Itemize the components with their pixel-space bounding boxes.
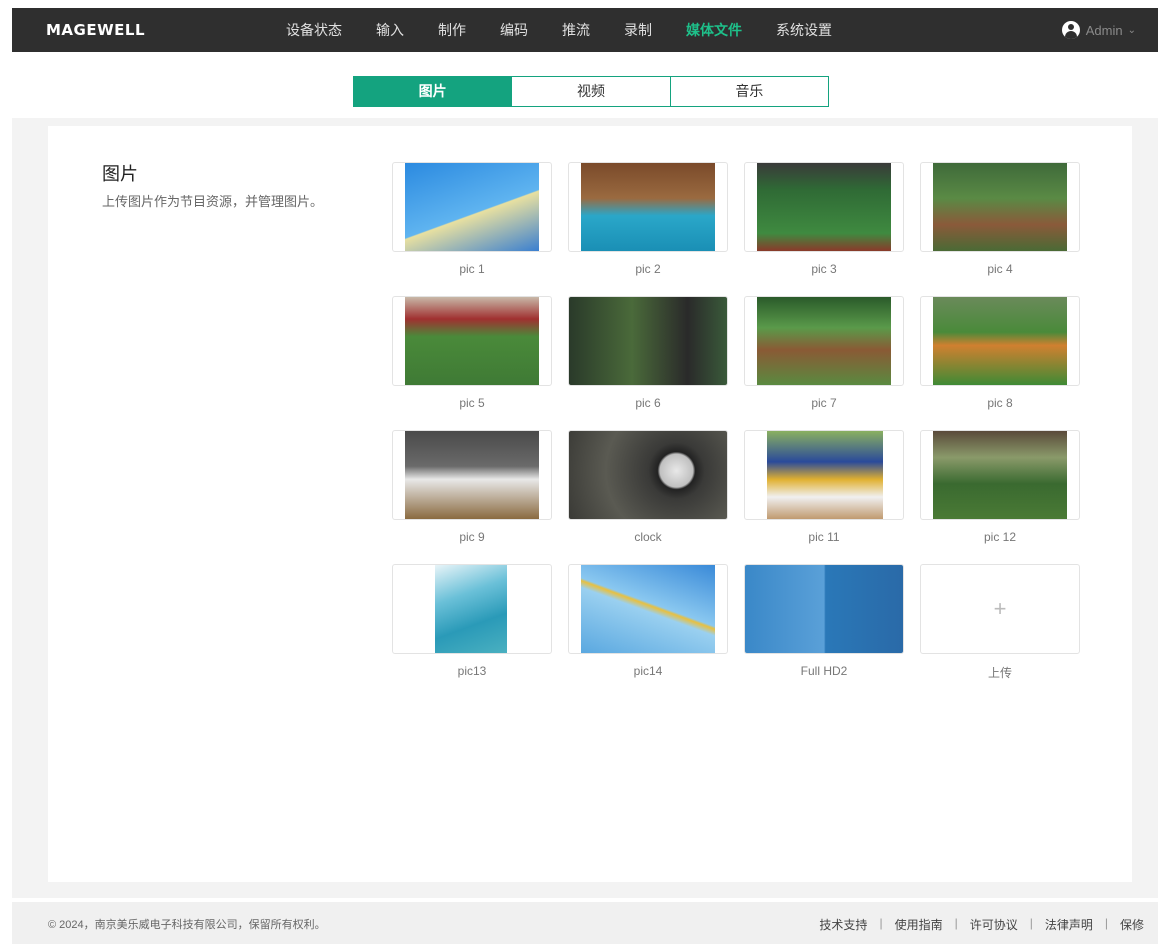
picture-thumbnail: [744, 564, 904, 654]
picture-name: clock: [634, 530, 662, 544]
tab-pictures[interactable]: 图片: [354, 77, 513, 106]
picture-card[interactable]: pic 5: [392, 296, 552, 410]
picture-card[interactable]: pic 7: [744, 296, 904, 410]
copyright-text: © 2024，南京美乐威电子科技有限公司，保留所有权利。: [48, 919, 326, 931]
picture-thumbnail: [392, 296, 552, 386]
picture-name: pic 12: [983, 530, 1017, 544]
footer-separator: |: [879, 916, 883, 930]
footer-separator: |: [1029, 916, 1033, 930]
picture-name: pic 6: [635, 396, 661, 410]
picture-card[interactable]: clock: [568, 430, 728, 544]
nav-item-device-status[interactable]: 设备状态: [286, 8, 342, 52]
tab-music[interactable]: 音乐: [671, 77, 828, 106]
footer-separator: |: [954, 916, 958, 930]
picture-name: pic 7: [811, 396, 837, 410]
upload-card[interactable]: + 上传: [920, 564, 1080, 680]
footer-link-legal[interactable]: 法律声明: [1045, 916, 1093, 933]
user-menu[interactable]: Admin ⌄: [1061, 8, 1136, 52]
picture-name: pic14: [633, 664, 663, 678]
picture-thumbnail: [392, 430, 552, 520]
section-title: 图片: [102, 164, 138, 184]
main-nav: 设备状态 输入 制作 编码 推流 录制 媒体文件 系统设置: [286, 8, 866, 52]
nav-item-encoding[interactable]: 编码: [500, 8, 528, 52]
picture-card[interactable]: pic 11: [744, 430, 904, 544]
upload-box: +: [920, 564, 1080, 654]
user-avatar-icon: [1061, 21, 1080, 39]
picture-card[interactable]: pic 9: [392, 430, 552, 544]
picture-card[interactable]: pic 3: [744, 162, 904, 276]
footer-link-warranty[interactable]: 保修: [1120, 916, 1144, 933]
picture-card[interactable]: pic 6: [568, 296, 728, 410]
footer-link-user-guide[interactable]: 使用指南: [895, 916, 943, 933]
picture-name: pic 2: [635, 262, 661, 276]
picture-thumbnail: [392, 162, 552, 252]
picture-name: pic 1: [459, 262, 485, 276]
nav-item-streaming[interactable]: 推流: [562, 8, 590, 52]
top-nav-bar: MAGEWELL 设备状态 输入 制作 编码 推流 录制 媒体文件 系统设置 A…: [12, 8, 1158, 52]
nav-item-production[interactable]: 制作: [438, 8, 466, 52]
picture-name: pic 3: [811, 262, 837, 276]
picture-card[interactable]: pic 12: [920, 430, 1080, 544]
picture-name: pic 11: [808, 530, 840, 544]
picture-name: pic 5: [459, 396, 485, 410]
picture-card[interactable]: Full HD2: [744, 564, 904, 678]
content-area: 图片 上传图片作为节目资源，并管理图片。 pic 1 pic 2 pic 3 p…: [12, 118, 1158, 898]
picture-thumbnail: [744, 296, 904, 386]
picture-card[interactable]: pic 8: [920, 296, 1080, 410]
picture-name: Full HD2: [800, 664, 848, 678]
picture-card[interactable]: pic14: [568, 564, 728, 678]
picture-thumbnail: [568, 430, 728, 520]
picture-thumbnail: [568, 162, 728, 252]
nav-item-media-files[interactable]: 媒体文件: [686, 8, 742, 52]
upload-label: 上传: [987, 666, 1012, 680]
picture-thumbnail: [568, 564, 728, 654]
footer-link-tech-support[interactable]: 技术支持: [819, 916, 867, 933]
picture-thumbnail: [568, 296, 728, 386]
picture-thumbnail: [920, 430, 1080, 520]
footer: © 2024，南京美乐威电子科技有限公司，保留所有权利。 技术支持 | 使用指南…: [12, 902, 1158, 944]
picture-name: pic 8: [987, 396, 1013, 410]
tab-videos[interactable]: 视频: [512, 77, 671, 106]
footer-link-license[interactable]: 许可协议: [970, 916, 1018, 933]
plus-icon: +: [993, 596, 1007, 621]
nav-item-input[interactable]: 输入: [376, 8, 404, 52]
picture-name: pic 4: [987, 262, 1013, 276]
picture-thumbnail: [920, 162, 1080, 252]
section-description: 上传图片作为节目资源，并管理图片。: [102, 194, 324, 209]
chevron-down-icon: ⌄: [1127, 24, 1136, 36]
magewell-logo[interactable]: MAGEWELL: [46, 21, 145, 39]
picture-thumbnail: [744, 162, 904, 252]
pictures-panel: 图片 上传图片作为节目资源，并管理图片。 pic 1 pic 2 pic 3 p…: [48, 126, 1132, 882]
picture-card[interactable]: pic 2: [568, 162, 728, 276]
nav-item-recording[interactable]: 录制: [624, 8, 652, 52]
picture-thumbnail: [920, 296, 1080, 386]
picture-name: pic 9: [459, 530, 485, 544]
nav-item-system-settings[interactable]: 系统设置: [776, 8, 832, 52]
username-label: Admin: [1085, 22, 1123, 38]
footer-links: 技术支持 | 使用指南 | 许可协议 | 法律声明 | 保修: [819, 916, 1144, 933]
footer-separator: |: [1104, 916, 1108, 930]
picture-thumbnail: [744, 430, 904, 520]
picture-name: pic13: [457, 664, 487, 678]
media-type-tabs: 图片 视频 音乐: [353, 76, 829, 107]
picture-card[interactable]: pic13: [392, 564, 552, 678]
picture-card[interactable]: pic 1: [392, 162, 552, 276]
picture-card[interactable]: pic 4: [920, 162, 1080, 276]
picture-thumbnail: [392, 564, 552, 654]
